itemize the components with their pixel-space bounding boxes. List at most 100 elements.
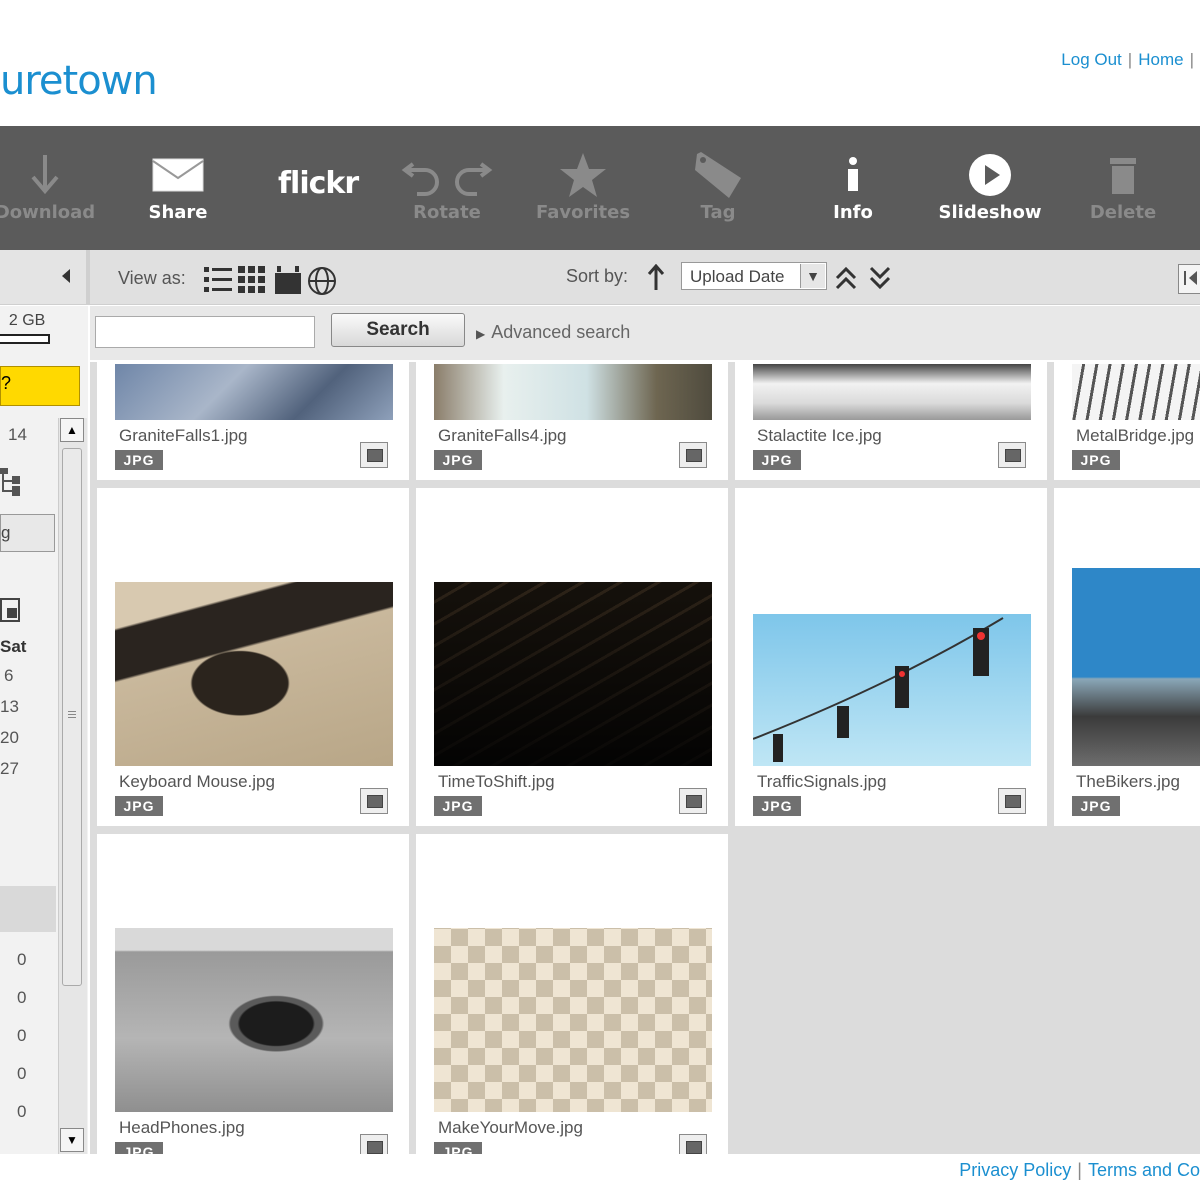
photo-details-icon[interactable] bbox=[679, 1134, 707, 1154]
file-type-badge: JPG bbox=[115, 450, 163, 470]
photo-thumbnail[interactable] bbox=[434, 582, 712, 766]
photo-filename: Keyboard Mouse.jpg bbox=[119, 772, 275, 791]
photo-filename: TimeToShift.jpg bbox=[438, 772, 555, 791]
photo-thumbnail[interactable] bbox=[434, 364, 712, 420]
terms-link[interactable]: Terms and Co bbox=[1088, 1160, 1200, 1180]
storage-quota-label: 2 GB bbox=[8, 312, 46, 329]
calendar-day[interactable]: 6 bbox=[4, 666, 13, 686]
info-icon bbox=[815, 150, 891, 200]
rotate-icon bbox=[395, 150, 499, 200]
sort-direction-icon[interactable] bbox=[646, 264, 666, 292]
advanced-search-link[interactable]: ▶ Advanced search bbox=[476, 322, 630, 343]
collapse-left-icon[interactable] bbox=[60, 268, 72, 284]
file-type-badge: JPG bbox=[434, 1142, 482, 1154]
folder-item-label: g bbox=[1, 523, 11, 542]
scrollbar-thumb[interactable] bbox=[62, 448, 82, 986]
calendar-day[interactable]: 20 bbox=[0, 728, 19, 748]
photo-tile[interactable]: TimeToShift.jpg JPG bbox=[416, 488, 728, 826]
count-value: 0 bbox=[17, 1064, 27, 1083]
first-page-icon bbox=[1184, 271, 1197, 285]
favorites-button[interactable]: Favorites bbox=[530, 126, 636, 250]
photo-details-icon[interactable] bbox=[360, 442, 388, 468]
flickr-button[interactable]: flickr bbox=[278, 166, 359, 201]
photo-details-icon[interactable] bbox=[679, 442, 707, 468]
photo-tile[interactable]: HeadPhones.jpg JPG bbox=[97, 834, 409, 1154]
sort-select[interactable]: Upload Date ▼ bbox=[681, 262, 827, 290]
photo-filename: GraniteFalls4.jpg bbox=[438, 426, 567, 445]
download-icon bbox=[0, 150, 100, 200]
photo-thumbnail[interactable] bbox=[1072, 568, 1200, 766]
calendar-icon[interactable] bbox=[0, 596, 20, 622]
privacy-policy-link[interactable]: Privacy Policy bbox=[959, 1160, 1071, 1180]
download-button[interactable]: Download bbox=[0, 126, 100, 250]
filmstrip-view-icon[interactable] bbox=[274, 265, 302, 295]
rotate-button[interactable]: Rotate bbox=[395, 126, 499, 250]
list-view-icon[interactable] bbox=[203, 265, 233, 295]
view-as-label: View as: bbox=[118, 268, 186, 288]
photo-thumbnail[interactable] bbox=[752, 614, 1031, 766]
top-links: Log Out | Home | bbox=[1061, 50, 1200, 70]
download-label: Download bbox=[0, 202, 96, 223]
photo-tile[interactable]: Keyboard Mouse.jpg JPG bbox=[97, 488, 409, 826]
share-button[interactable]: Share bbox=[128, 126, 228, 250]
photo-details-icon[interactable] bbox=[360, 1134, 388, 1154]
info-button[interactable]: Info bbox=[815, 126, 891, 250]
photo-tile[interactable]: TrafficSignals.jpg JPG bbox=[735, 488, 1047, 826]
photo-details-icon[interactable] bbox=[998, 442, 1026, 468]
calendar-day[interactable]: 27 bbox=[0, 759, 19, 779]
photo-tile[interactable]: Stalactite Ice.jpg JPG bbox=[735, 362, 1047, 480]
search-button[interactable]: Search bbox=[331, 313, 465, 347]
globe-view-icon[interactable] bbox=[307, 266, 337, 296]
app-logo[interactable]: uretown bbox=[0, 58, 158, 104]
folder-tree-icon[interactable] bbox=[0, 466, 30, 498]
sidebar-section-header bbox=[0, 886, 56, 932]
sort-ascending-icon[interactable] bbox=[834, 264, 858, 292]
photo-tile[interactable]: MakeYourMove.jpg JPG bbox=[416, 834, 728, 1154]
scroll-down-icon[interactable]: ▼ bbox=[60, 1128, 84, 1152]
tag-button[interactable]: Tag bbox=[680, 126, 756, 250]
photo-thumbnail[interactable] bbox=[115, 582, 393, 766]
search-input[interactable] bbox=[95, 316, 315, 348]
toolbar: Download Share Rotate Favorites Tag Info bbox=[0, 126, 1200, 250]
advanced-search-label: Advanced search bbox=[491, 322, 631, 342]
file-type-badge: JPG bbox=[753, 450, 801, 470]
first-page-button[interactable] bbox=[1178, 264, 1200, 294]
home-link[interactable]: Home bbox=[1138, 50, 1183, 69]
delete-button[interactable]: Delete bbox=[1080, 126, 1166, 250]
photo-thumbnail[interactable] bbox=[753, 364, 1031, 420]
photo-thumbnail[interactable] bbox=[1072, 364, 1200, 420]
folder-item[interactable]: g bbox=[0, 514, 55, 552]
file-type-badge: JPG bbox=[753, 796, 801, 816]
photo-filename: TheBikers.jpg bbox=[1076, 772, 1180, 791]
photo-thumbnail[interactable] bbox=[115, 364, 393, 420]
photo-filename: Stalactite Ice.jpg bbox=[757, 426, 882, 445]
info-label: Info bbox=[833, 202, 873, 223]
link-separator: | bbox=[1077, 1160, 1082, 1180]
photo-tile[interactable]: TheBikers.jpg JPG bbox=[1054, 488, 1200, 826]
photo-thumbnail[interactable] bbox=[115, 928, 393, 1112]
grip-icon bbox=[68, 711, 76, 712]
slideshow-button[interactable]: Slideshow bbox=[932, 126, 1048, 250]
logout-link[interactable]: Log Out bbox=[1061, 50, 1122, 69]
sort-descending-icon[interactable] bbox=[868, 264, 892, 292]
photo-details-icon[interactable] bbox=[360, 788, 388, 814]
photo-filename: GraniteFalls1.jpg bbox=[119, 426, 248, 445]
photo-tile[interactable]: GraniteFalls1.jpg JPG bbox=[97, 362, 409, 480]
photo-thumbnail[interactable] bbox=[434, 928, 712, 1112]
photo-details-icon[interactable] bbox=[998, 788, 1026, 814]
photo-tile[interactable]: MetalBridge.jpg JPG bbox=[1054, 362, 1200, 480]
rotate-label: Rotate bbox=[413, 202, 481, 223]
upgrade-button[interactable]: ? bbox=[0, 366, 80, 406]
calendar-day[interactable]: 13 bbox=[0, 697, 19, 717]
photo-filename: MetalBridge.jpg bbox=[1076, 426, 1195, 445]
photo-tile[interactable]: GraniteFalls4.jpg JPG bbox=[416, 362, 728, 480]
scroll-up-icon[interactable]: ▲ bbox=[60, 418, 84, 442]
star-icon bbox=[530, 150, 636, 200]
grid-view-icon[interactable] bbox=[237, 265, 267, 295]
link-separator: | bbox=[1189, 50, 1194, 69]
sort-select-value: Upload Date bbox=[690, 267, 785, 286]
tag-icon bbox=[680, 150, 756, 200]
photo-details-icon[interactable] bbox=[679, 788, 707, 814]
storage-quota: 2 GB bbox=[0, 312, 45, 330]
calendar-day-header: Sat bbox=[0, 637, 27, 656]
